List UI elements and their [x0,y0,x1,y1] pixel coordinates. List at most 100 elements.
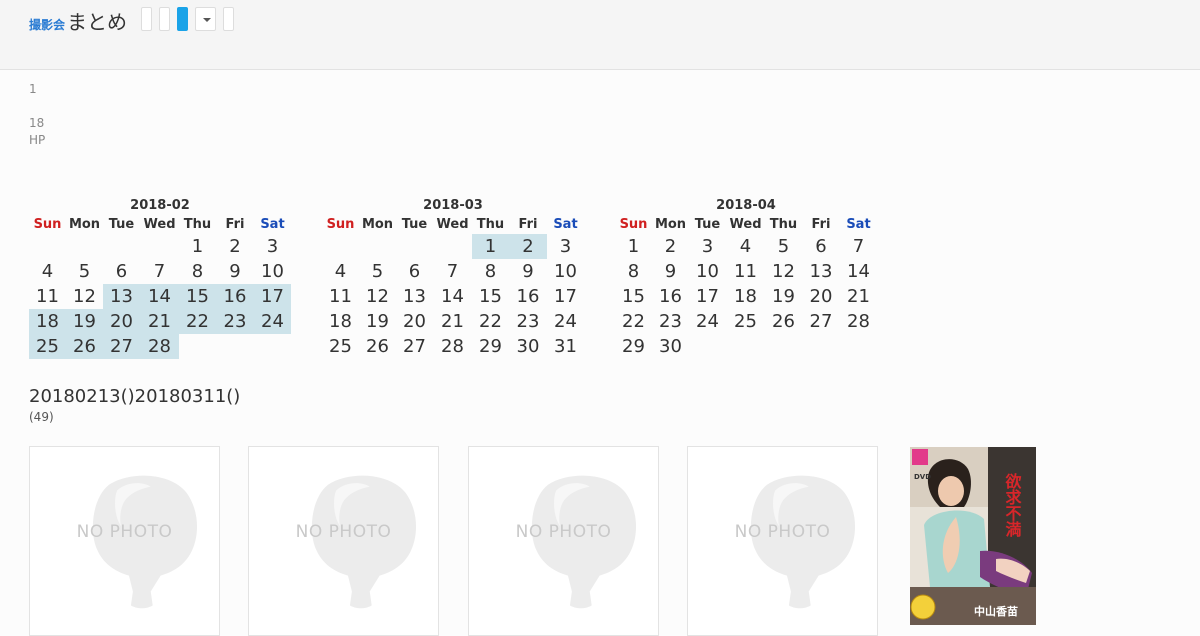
calendar-day[interactable]: 24 [547,309,584,334]
event-card-4[interactable]: NO PHOTO [687,446,878,636]
calendar-day[interactable]: 8 [472,259,509,284]
calendar-day[interactable]: 5 [359,259,396,284]
calendar-day[interactable]: 23 [509,309,547,334]
header-button-2[interactable] [159,7,170,31]
calendar-day[interactable]: 25 [726,309,765,334]
calendar-day[interactable]: 1 [179,234,216,259]
calendar-day[interactable]: 18 [29,309,66,334]
calendar-day[interactable]: 13 [802,259,840,284]
calendar-day[interactable]: 10 [689,259,726,284]
calendar-day[interactable]: 31 [547,334,584,359]
calendar-day[interactable]: 18 [726,284,765,309]
event-card-3[interactable]: NO PHOTO [468,446,659,636]
calendar-day[interactable]: 26 [66,334,103,359]
calendar-day[interactable]: 19 [66,309,103,334]
header-button-active[interactable] [177,7,188,31]
calendar-day[interactable]: 26 [765,309,802,334]
calendar-day[interactable]: 13 [396,284,433,309]
calendar-day[interactable]: 16 [216,284,254,309]
calendar-day[interactable]: 20 [396,309,433,334]
calendar-day[interactable]: 17 [547,284,584,309]
calendar-day[interactable]: 12 [66,284,103,309]
calendar-day[interactable]: 10 [547,259,584,284]
calendar-day[interactable]: 11 [29,284,66,309]
header-button-3[interactable] [223,7,234,31]
dropdown-toggle-button[interactable] [195,7,216,31]
calendar-day[interactable]: 16 [509,284,547,309]
calendar-day[interactable]: 6 [802,234,840,259]
calendar-day[interactable]: 4 [322,259,359,284]
calendar-day[interactable]: 15 [615,284,652,309]
calendar-day[interactable]: 28 [433,334,472,359]
calendar-day[interactable]: 12 [359,284,396,309]
calendar-day[interactable]: 28 [140,334,179,359]
calendar-day[interactable]: 2 [652,234,689,259]
calendar-day[interactable]: 25 [322,334,359,359]
calendar-day[interactable]: 29 [615,334,652,359]
calendar-day[interactable]: 2 [216,234,254,259]
calendar-day[interactable]: 1 [615,234,652,259]
calendar-day[interactable]: 3 [689,234,726,259]
calendar-day[interactable]: 6 [396,259,433,284]
event-card-2[interactable]: NO PHOTO [248,446,439,636]
calendar-day[interactable]: 15 [179,284,216,309]
calendar-day[interactable]: 9 [509,259,547,284]
calendar-day[interactable]: 5 [66,259,103,284]
calendar-day[interactable]: 27 [103,334,140,359]
calendar-day[interactable]: 4 [726,234,765,259]
calendar-day[interactable]: 24 [689,309,726,334]
calendar-day[interactable]: 8 [179,259,216,284]
dvd-cover-image[interactable]: 欲求不満 中山香苗 DVD [910,447,1036,625]
calendar-day[interactable]: 4 [29,259,66,284]
calendar-day[interactable]: 3 [547,234,584,259]
calendar-day[interactable]: 22 [615,309,652,334]
calendar-day[interactable]: 21 [433,309,472,334]
calendar-day[interactable]: 30 [652,334,689,359]
calendar-day[interactable]: 25 [29,334,66,359]
calendar-day[interactable]: 18 [322,309,359,334]
calendar-day[interactable]: 7 [840,234,877,259]
calendar-day[interactable]: 11 [322,284,359,309]
calendar-day[interactable]: 24 [254,309,291,334]
calendar-day[interactable]: 17 [689,284,726,309]
calendar-day[interactable]: 11 [726,259,765,284]
calendar-day[interactable]: 7 [140,259,179,284]
calendar-day[interactable]: 16 [652,284,689,309]
header-button-1[interactable] [141,7,152,31]
calendar-day[interactable]: 8 [615,259,652,284]
calendar-day[interactable]: 17 [254,284,291,309]
calendar-day[interactable]: 7 [433,259,472,284]
calendar-day[interactable]: 10 [254,259,291,284]
calendar-day[interactable]: 22 [179,309,216,334]
calendar-day[interactable]: 28 [840,309,877,334]
calendar-day[interactable]: 5 [765,234,802,259]
calendar-day[interactable]: 12 [765,259,802,284]
calendar-day[interactable]: 21 [840,284,877,309]
calendar-day[interactable]: 2 [509,234,547,259]
calendar-day[interactable]: 19 [359,309,396,334]
calendar-day[interactable]: 14 [433,284,472,309]
site-logo[interactable]: 撮影会 まとめ [29,6,127,35]
calendar-day[interactable]: 23 [652,309,689,334]
calendar-day[interactable]: 23 [216,309,254,334]
calendar-day[interactable]: 14 [140,284,179,309]
calendar-day[interactable]: 9 [216,259,254,284]
calendar-day[interactable]: 27 [396,334,433,359]
calendar-day[interactable]: 15 [472,284,509,309]
calendar-day[interactable]: 27 [802,309,840,334]
calendar-day[interactable]: 9 [652,259,689,284]
calendar-day[interactable]: 20 [802,284,840,309]
calendar-day[interactable]: 19 [765,284,802,309]
calendar-day[interactable]: 3 [254,234,291,259]
calendar-day[interactable]: 30 [509,334,547,359]
calendar-day[interactable]: 22 [472,309,509,334]
calendar-day[interactable]: 20 [103,309,140,334]
calendar-day[interactable]: 1 [472,234,509,259]
event-card-1[interactable]: NO PHOTO [29,446,220,636]
calendar-day[interactable]: 13 [103,284,140,309]
calendar-day[interactable]: 29 [472,334,509,359]
calendar-day[interactable]: 14 [840,259,877,284]
calendar-day[interactable]: 26 [359,334,396,359]
calendar-day[interactable]: 21 [140,309,179,334]
calendar-day[interactable]: 6 [103,259,140,284]
